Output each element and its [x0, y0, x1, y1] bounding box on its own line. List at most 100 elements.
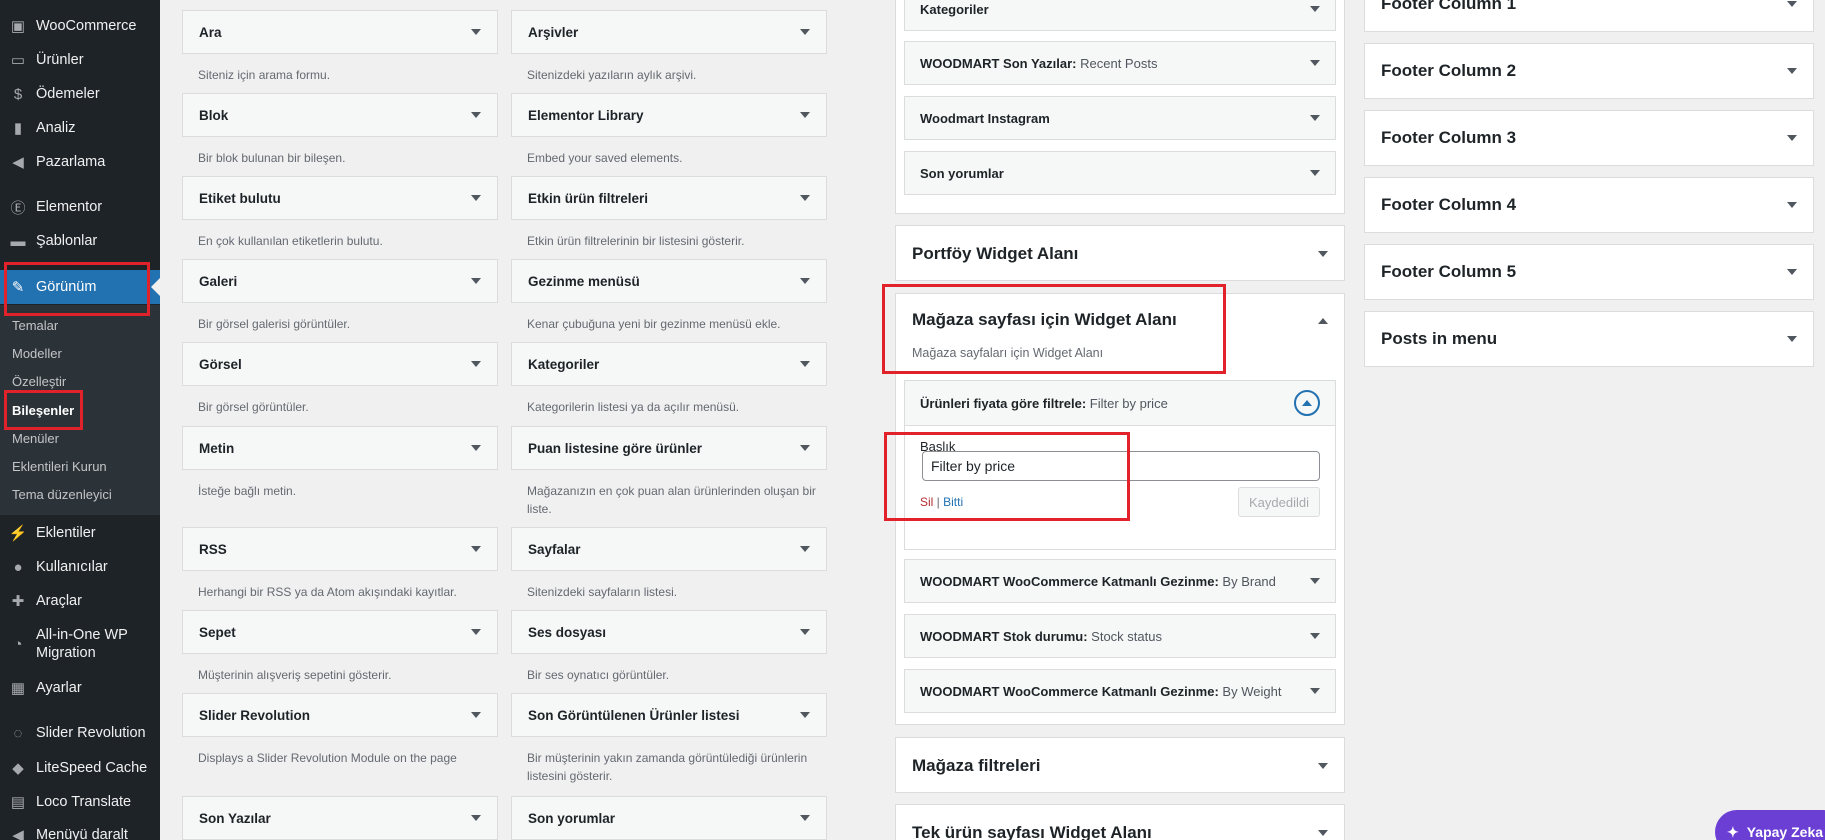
- widget-sayfalar[interactable]: Sayfalar: [511, 527, 827, 571]
- done-link[interactable]: Bitti: [943, 495, 963, 509]
- footer-area-posts-in-menu[interactable]: Posts in menu: [1364, 311, 1814, 367]
- widget-instance[interactable]: WOODMART Son Yazılar: Recent Posts: [904, 41, 1336, 85]
- submenu-item-bilesenler[interactable]: Bileşenler: [12, 403, 74, 418]
- menu-item-loco-translate[interactable]: ▤ Loco Translate: [0, 785, 160, 819]
- chevron-down-icon: [800, 112, 810, 118]
- widget-slider-revolution[interactable]: Slider Revolution: [182, 693, 498, 737]
- widget-instance[interactable]: Kategoriler: [904, 0, 1336, 31]
- submenu-item-tema-duzenleyici[interactable]: Tema düzenleyici: [12, 487, 112, 502]
- widget-instance[interactable]: Woodmart Instagram: [904, 96, 1336, 140]
- widget-description: İsteğe bağlı metin.: [198, 484, 297, 498]
- widget-title: Arşivler: [528, 24, 579, 40]
- menu-item-label: Loco Translate: [36, 794, 132, 810]
- footer-area-title: Footer Column 5: [1381, 262, 1517, 281]
- menu-item-araclar[interactable]: ✚ Araçlar: [0, 584, 160, 618]
- portfolio-area-header[interactable]: Portföy Widget Alanı: [896, 226, 1344, 282]
- widget-instance-title: WOODMART WooCommerce Katmanlı Gezinme: B…: [920, 573, 1276, 589]
- menu-item-menuyu-daralt[interactable]: ◀ Menüyü daralt: [0, 818, 160, 840]
- menu-item-pazarlama[interactable]: ◀ Pazarlama: [0, 145, 160, 179]
- chevron-down-icon: [1310, 115, 1320, 121]
- widget-description: Müşterinin alışveriş sepetini gösterir.: [198, 668, 392, 682]
- submenu-item-menuler[interactable]: Menüler: [12, 431, 59, 446]
- menu-item-kullan-c-lar[interactable]: ● Kullanıcılar: [0, 550, 160, 584]
- menu-item-elementor[interactable]: Ⓔ Elementor: [0, 190, 160, 224]
- submenu-item-modeller[interactable]: Modeller: [12, 346, 62, 361]
- menu-item-litespeed-cache[interactable]: ◆ LiteSpeed Cache: [0, 751, 160, 785]
- footer-area-footer-column-2[interactable]: Footer Column 2: [1364, 43, 1814, 99]
- submenu-item-temalar[interactable]: Temalar: [12, 318, 58, 333]
- widget-instance-title: WOODMART Stok durumu: Stock status: [920, 628, 1162, 644]
- menu-item-slider-revolution[interactable]: ◌ Slider Revolution: [0, 716, 160, 750]
- widget-description: Displays a Slider Revolution Module on t…: [198, 751, 457, 765]
- widget-elementor-library[interactable]: Elementor Library: [511, 93, 827, 137]
- widget-son-goruntulenen-urunler-listesi[interactable]: Son Görüntülenen Ürünler listesi: [511, 693, 827, 737]
- slider-revolution-icon: ◌: [13, 724, 23, 742]
- footer-area-footer-column-3[interactable]: Footer Column 3: [1364, 110, 1814, 166]
- menu-item-woocommerce[interactable]: ▣ WooCommerce: [0, 9, 160, 43]
- menu-item-all-in-one-wp-migration[interactable]: ◔ All-in-One WP Migration: [0, 624, 160, 664]
- widget-instance[interactable]: WOODMART Stok durumu: Stock status: [904, 614, 1336, 658]
- collapse-widget-icon[interactable]: [1294, 390, 1320, 416]
- widget-galeri[interactable]: Galeri: [182, 259, 498, 303]
- widget-description: Kenar çubuğuna yeni bir gezinme menüsü e…: [527, 317, 781, 331]
- menu-item-gorunum[interactable]: ✎ Görünüm: [0, 270, 160, 304]
- widget-instance[interactable]: Son yorumlar: [904, 151, 1336, 195]
- widget-rss[interactable]: RSS: [182, 527, 498, 571]
- footer-area-footer-column-1[interactable]: Footer Column 1: [1364, 0, 1814, 32]
- menu-item-urunler[interactable]: ▭ Ürünler: [0, 43, 160, 77]
- widget-kategoriler[interactable]: Kategoriler: [511, 342, 827, 386]
- single-product-header[interactable]: Tek ürün sayfası Widget Alanı: [896, 805, 1344, 840]
- menu-item-label: Ayarlar: [36, 680, 82, 696]
- widget-instance-title: WOODMART WooCommerce Katmanlı Gezinme: B…: [920, 683, 1282, 699]
- footer-area-title: Footer Column 1: [1381, 0, 1517, 13]
- menu-item-label: Elementor: [36, 199, 103, 215]
- menu-item-odemeler[interactable]: $ Ödemeler: [0, 77, 160, 111]
- footer-area-footer-column-5[interactable]: Footer Column 5: [1364, 244, 1814, 300]
- widget-title: Metin: [199, 440, 235, 456]
- widget-ara[interactable]: Ara: [182, 10, 498, 54]
- widget-title: Etiket bulutu: [199, 190, 281, 206]
- sidebar-area-shop-filters[interactable]: Mağaza filtreleri: [895, 737, 1345, 793]
- menu-item-eklentiler[interactable]: ⚡ Eklentiler: [0, 516, 160, 550]
- bar-chart-icon: ▮: [13, 120, 23, 137]
- widget-puan-listesine-gore-urunler[interactable]: Puan listesine göre ürünler: [511, 426, 827, 470]
- chevron-down-icon: [471, 546, 481, 552]
- shop-area-header[interactable]: Mağaza sayfası için Widget Alanı: [896, 294, 1344, 354]
- footer-area-title: Footer Column 2: [1381, 61, 1517, 80]
- widget-description: En çok kullanılan etiketlerin bulutu.: [198, 234, 383, 248]
- delete-link[interactable]: Sil: [920, 495, 933, 509]
- widget-sepet[interactable]: Sepet: [182, 610, 498, 654]
- ai-assistant-button[interactable]: ✦ Yapay Zeka: [1715, 810, 1825, 840]
- widget-instance[interactable]: WOODMART WooCommerce Katmanlı Gezinme: B…: [904, 669, 1336, 713]
- widget-etkin-urun-filtreleri[interactable]: Etkin ürün filtreleri: [511, 176, 827, 220]
- submenu-item-ozellestir[interactable]: Özelleştir: [12, 374, 66, 389]
- submenu-item-eklentileri-kurun[interactable]: Eklentileri Kurun: [12, 459, 107, 474]
- saved-button[interactable]: Kaydedildi: [1238, 487, 1320, 517]
- menu-item-ayarlar[interactable]: ▦ Ayarlar: [0, 671, 160, 705]
- shop-filters-header[interactable]: Mağaza filtreleri: [896, 738, 1344, 794]
- litespeed-icon: ◆: [12, 760, 24, 777]
- migration-icon: ◔: [13, 635, 23, 653]
- chevron-down-icon: [471, 361, 481, 367]
- menu-item-sablonlar[interactable]: ▬ Şablonlar: [0, 224, 160, 258]
- widget-arsivler[interactable]: Arşivler: [511, 10, 827, 54]
- sidebar-area-portfolio[interactable]: Portföy Widget Alanı: [895, 225, 1345, 281]
- widget-gezinme-menusu[interactable]: Gezinme menüsü: [511, 259, 827, 303]
- widget-gorsel[interactable]: Görsel: [182, 342, 498, 386]
- menu-item-label: Slider Revolution: [36, 725, 146, 741]
- widget-etiket-bulutu[interactable]: Etiket bulutu: [182, 176, 498, 220]
- menu-item-analiz[interactable]: ▮ Analiz: [0, 111, 160, 145]
- widget-blok[interactable]: Blok: [182, 93, 498, 137]
- open-widget-header[interactable]: Ürünleri fiyata göre filtrele: Filter by…: [905, 381, 1335, 426]
- widget-son-yorumlar[interactable]: Son yorumlar: [511, 796, 827, 840]
- open-widget-filter-by-price: Ürünleri fiyata göre filtrele: Filter by…: [904, 380, 1336, 550]
- dollar-icon: $: [13, 85, 23, 103]
- chevron-down-icon: [471, 629, 481, 635]
- widget-son-yaz-lar[interactable]: Son Yazılar: [182, 796, 498, 840]
- footer-area-footer-column-4[interactable]: Footer Column 4: [1364, 177, 1814, 233]
- sidebar-area-single-product[interactable]: Tek ürün sayfası Widget Alanı: [895, 804, 1345, 840]
- widget-ses-dosyas[interactable]: Ses dosyası: [511, 610, 827, 654]
- title-input[interactable]: [922, 451, 1320, 481]
- widget-instance[interactable]: WOODMART WooCommerce Katmanlı Gezinme: B…: [904, 559, 1336, 603]
- widget-metin[interactable]: Metin: [182, 426, 498, 470]
